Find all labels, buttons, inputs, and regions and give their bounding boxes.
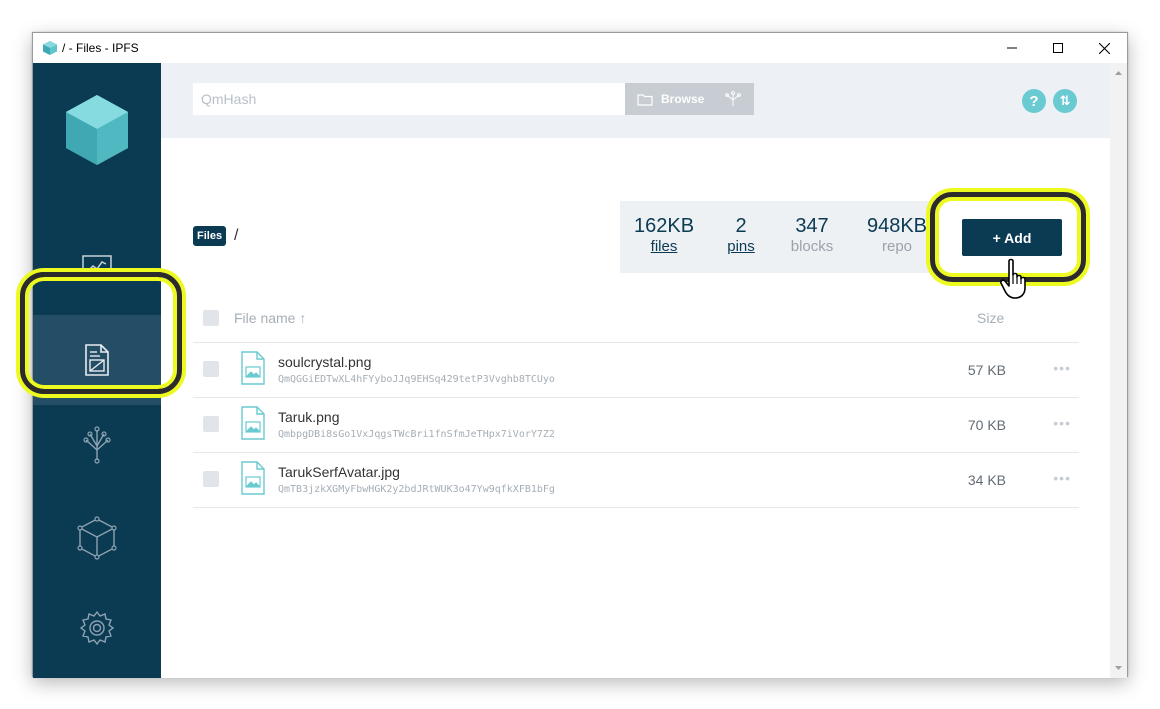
- title-bar: / - Files - IPFS: [33, 33, 1127, 63]
- close-icon: [1098, 42, 1110, 54]
- file-hash: QmTB3jzkXGMyFbwHGK2y2bdJRtWUK3o47Yw9qfkX…: [278, 484, 555, 495]
- main-content: Browse ? ⇅ Files / 162KB: [161, 63, 1111, 678]
- sidebar-item-peers[interactable]: [33, 493, 161, 583]
- settings-icon: [79, 610, 115, 646]
- stat-blocks: 347 blocks: [784, 215, 840, 257]
- stat-pins-label[interactable]: pins: [718, 237, 764, 257]
- sidebar-item-explore[interactable]: [33, 398, 161, 488]
- row-checkbox[interactable]: [203, 471, 219, 487]
- stat-blocks-label: blocks: [790, 238, 834, 255]
- file-size: 57 KB: [967, 362, 1006, 378]
- minimize-icon: [1007, 47, 1017, 49]
- more-options-icon[interactable]: •••: [1053, 470, 1071, 486]
- help-icon: ?: [1029, 92, 1039, 110]
- update-icon: ⇅: [1059, 93, 1071, 108]
- stat-repo: 948KB repo: [864, 215, 930, 257]
- minimize-button[interactable]: [989, 33, 1035, 63]
- top-bar: Browse ? ⇅: [161, 63, 1111, 138]
- browse-label: Browse: [661, 92, 705, 106]
- window-title: / - Files - IPFS: [62, 41, 139, 55]
- folder-icon: [637, 93, 653, 106]
- stat-pins-value: 2: [735, 215, 747, 237]
- app-window: / - Files - IPFS QmHash Browse ? ⇅ Files…: [32, 32, 1128, 678]
- select-all-checkbox[interactable]: [203, 310, 219, 326]
- more-options-icon[interactable]: •••: [1053, 415, 1071, 431]
- scroll-down-icon[interactable]: [1110, 662, 1127, 674]
- browse-button[interactable]: Browse: [625, 83, 754, 115]
- ipfs-app-icon: [43, 41, 57, 55]
- stat-files[interactable]: 162KB files: [634, 215, 694, 257]
- files-nav-highlight: [20, 272, 182, 394]
- stat-blocks-value: 347: [795, 215, 829, 237]
- close-button[interactable]: [1081, 33, 1127, 63]
- column-file-name[interactable]: File name ↑: [234, 310, 306, 326]
- update-button[interactable]: ⇅: [1053, 89, 1077, 113]
- vertical-scrollbar[interactable]: [1110, 63, 1127, 678]
- stat-repo-value: 948KB: [866, 215, 928, 237]
- image-file-icon: [241, 461, 265, 495]
- repo-stats: 162KB files 2 pins 347 blocks 948KB repo: [620, 201, 930, 273]
- stat-files-label[interactable]: files: [634, 237, 694, 257]
- hash-search-input[interactable]: [193, 83, 625, 115]
- row-checkbox[interactable]: [203, 361, 219, 377]
- file-hash: QmQGGiEDTwXL4hFYyboJJq9EHSq429tetP3Vvghb…: [278, 374, 555, 385]
- image-file-icon: [241, 351, 265, 385]
- ipfs-cube-logo[interactable]: [64, 93, 130, 167]
- help-button[interactable]: ?: [1022, 89, 1046, 113]
- stat-pins[interactable]: 2 pins: [718, 215, 764, 257]
- scroll-up-icon[interactable]: [1110, 67, 1127, 79]
- table-row[interactable]: soulcrystal.png QmQGGiEDTwXL4hFYyboJJq9E…: [193, 343, 1079, 398]
- stat-files-value: 162KB: [634, 215, 695, 237]
- table-row[interactable]: Taruk.png QmbpgDBi8sGo1VxJqgsTWcBri1fnSf…: [193, 398, 1079, 453]
- sidebar-item-settings[interactable]: [33, 583, 161, 673]
- hand-cursor-icon: [1000, 258, 1026, 299]
- more-options-icon[interactable]: •••: [1053, 360, 1071, 376]
- image-file-icon: [241, 406, 265, 440]
- maximize-button[interactable]: [1035, 33, 1081, 63]
- breadcrumb-files[interactable]: Files: [193, 226, 227, 246]
- file-hash: QmbpgDBi8sGo1VxJqgsTWcBri1fnSfmJeTHpx7iV…: [278, 429, 555, 440]
- peers-icon: [77, 516, 117, 560]
- row-checkbox[interactable]: [203, 416, 219, 432]
- table-header: File name ↑ Size: [193, 295, 1079, 343]
- maximize-icon: [1053, 43, 1063, 53]
- file-size: 34 KB: [967, 472, 1006, 488]
- file-name[interactable]: Taruk.png: [278, 409, 339, 425]
- file-name[interactable]: soulcrystal.png: [278, 354, 371, 370]
- stat-repo-label: repo: [881, 238, 913, 255]
- file-size: 70 KB: [967, 417, 1006, 433]
- column-size[interactable]: Size: [977, 310, 1004, 326]
- explore-icon: [83, 426, 111, 464]
- explore-small-icon: [725, 91, 742, 106]
- breadcrumb-separator: /: [234, 227, 239, 244]
- table-row[interactable]: TarukSerfAvatar.jpg QmTB3jzkXGMyFbwHGK2y…: [193, 453, 1079, 508]
- file-name[interactable]: TarukSerfAvatar.jpg: [278, 464, 400, 480]
